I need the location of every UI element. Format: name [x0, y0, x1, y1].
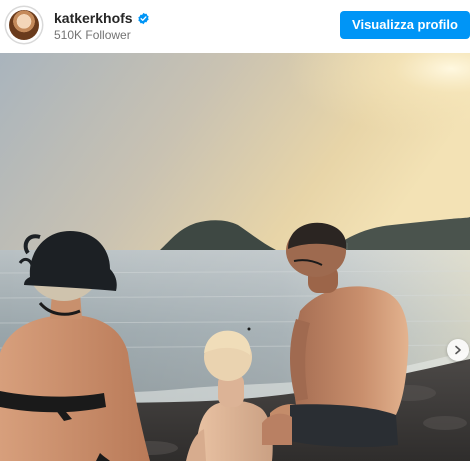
- verified-badge-icon: [137, 12, 149, 24]
- post-photo[interactable]: [0, 53, 470, 461]
- avatar[interactable]: [6, 7, 42, 43]
- post-header: katkerkhofs 510K Follower Visualizza pro…: [0, 0, 470, 53]
- chevron-right-icon: [455, 345, 461, 355]
- next-photo-button[interactable]: [447, 339, 469, 361]
- beach-sunset-photo: [0, 53, 470, 461]
- instagram-embed: katkerkhofs 510K Follower Visualizza pro…: [0, 0, 470, 461]
- username[interactable]: katkerkhofs: [54, 9, 133, 27]
- view-profile-button[interactable]: Visualizza profilo: [340, 11, 470, 39]
- username-row: katkerkhofs: [54, 9, 150, 27]
- follower-count: 510K Follower: [54, 28, 131, 42]
- avatar-image: [9, 10, 39, 40]
